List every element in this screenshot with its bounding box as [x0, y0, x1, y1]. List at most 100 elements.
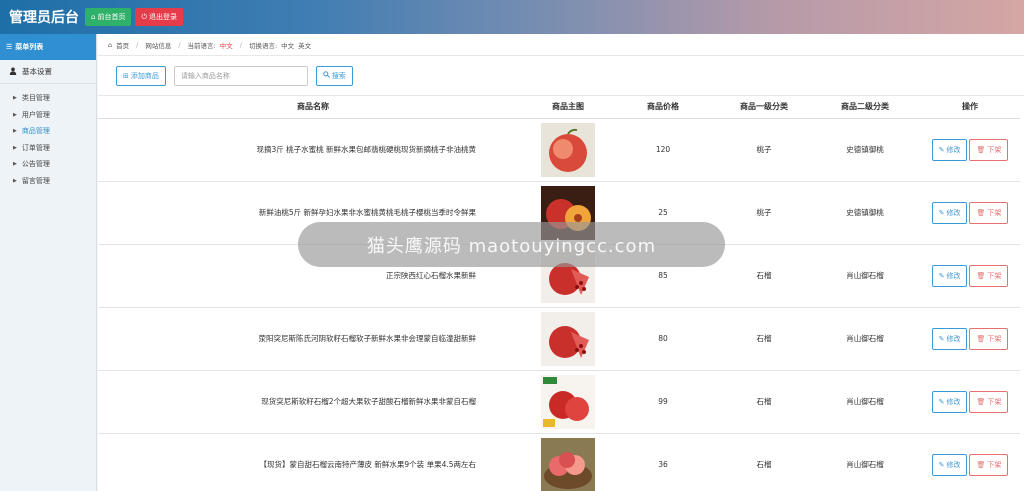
power-icon: ⏻ [141, 12, 147, 21]
product-name: 现货突尼斯软籽石榴2个超大果软子甜酸石榴新鲜水果非蒙自石榴 [98, 370, 528, 434]
sidebar-group-basic-settings[interactable]: 基本设置 [0, 60, 96, 84]
delist-button[interactable]: 🗑 下架 [969, 201, 1009, 224]
row-actions: ✎ 修改 🗑 下架 [920, 307, 1020, 371]
product-cat1: 桃子 [718, 181, 810, 245]
product-price: 36 [608, 433, 718, 491]
sidebar-item-users[interactable]: ▶ 用户管理 [0, 107, 96, 124]
product-cat2: 肖山御石榴 [810, 433, 920, 491]
product-cat1: 石榴 [718, 370, 810, 434]
caret-right-icon: ▶ [13, 128, 17, 135]
caret-right-icon: ▶ [13, 95, 17, 102]
product-table: 商品名称 商品主图 商品价格 商品一级分类 商品二级分类 操作 现摘3斤 桃子水… [98, 96, 1020, 491]
row-actions: ✎ 修改 🗑 下架 [920, 244, 1020, 308]
breadcrumb: ⌂ 首页 / 网站信息 / 当前语言: 中文 / 切换语言: 中文 英文 [98, 34, 1024, 56]
edit-icon: ✎ [938, 460, 945, 469]
logout-button[interactable]: ⏻ 退出登录 [135, 8, 183, 26]
trash-icon: 🗑 [976, 334, 986, 343]
product-cat1: 石榴 [718, 433, 810, 491]
product-cat1: 石榴 [718, 307, 810, 371]
product-price: 80 [608, 307, 718, 371]
delist-button[interactable]: 🗑 下架 [969, 453, 1009, 476]
caret-right-icon: ▶ [13, 144, 17, 151]
sidebar-item-announcements[interactable]: ▶ 公告管理 [0, 156, 96, 173]
edit-button[interactable]: ✎ 修改 [931, 390, 968, 413]
toolbar: ⊞ 添加商品 请输入商品名称 搜索 [98, 56, 1024, 96]
table-row: 【现货】蒙自甜石榴云南特产薄皮 新鲜水果9个装 单果4.5两左右 36 石榴 肖山御石… [98, 433, 1020, 491]
user-icon [9, 67, 17, 77]
col-header-cat1: 商品一级分类 [718, 96, 810, 119]
breadcrumb-separator: / [178, 40, 181, 49]
delist-button[interactable]: 🗑 下架 [969, 264, 1009, 287]
edit-icon: ✎ [938, 271, 945, 280]
edit-button[interactable]: ✎ 修改 [931, 327, 968, 350]
delist-button[interactable]: 🗑 下架 [969, 390, 1009, 413]
col-header-actions: 操作 [920, 96, 1020, 119]
sidebar: ☰ 菜单列表 基本设置 ▶ 类目管理 ▶ 用户管理 ▶ 商品管理 ▶ 订单管理 ▶ 公告管… [0, 34, 97, 491]
product-image [528, 433, 608, 491]
table-row: 现货突尼斯软籽石榴2个超大果软子甜酸石榴新鲜水果非蒙自石榴 99 石榴 肖山御石榴 ✎ 修… [98, 370, 1020, 434]
col-header-image: 商品主图 [528, 96, 608, 119]
list-icon: ☰ [6, 43, 13, 51]
edit-button[interactable]: ✎ 修改 [931, 201, 968, 224]
sidebar-item-messages[interactable]: ▶ 留言管理 [0, 173, 96, 190]
caret-right-icon: ▶ [13, 161, 17, 168]
current-lang-label: 当前语言: [187, 41, 216, 50]
search-input[interactable]: 请输入商品名称 [173, 65, 308, 86]
row-actions: ✎ 修改 🗑 下架 [920, 118, 1020, 182]
product-cat2: 史德镇御桃 [810, 181, 920, 245]
sidebar-item-products[interactable]: ▶ 商品管理 [0, 123, 96, 140]
home-icon: ⌂ [108, 40, 113, 49]
top-header: 管理员后台 ⌂ 前台首页 ⏻ 退出登录 [0, 0, 1024, 34]
edit-button[interactable]: ✎ 修改 [931, 264, 968, 287]
sidebar-menu-title: ☰ 菜单列表 [0, 34, 96, 60]
lang-zh-link[interactable]: 中文 [281, 40, 294, 50]
add-product-button[interactable]: ⊞ 添加商品 [116, 65, 166, 86]
sidebar-item-orders[interactable]: ▶ 订单管理 [0, 140, 96, 157]
product-price: 120 [608, 118, 718, 182]
plus-square-icon: ⊞ [123, 71, 129, 80]
col-header-cat2: 商品二级分类 [810, 96, 920, 119]
breadcrumb-site[interactable]: 网站信息 [145, 40, 171, 50]
edit-icon: ✎ [938, 208, 945, 217]
trash-icon: 🗑 [976, 208, 986, 217]
sidebar-item-list: ▶ 类目管理 ▶ 用户管理 ▶ 商品管理 ▶ 订单管理 ▶ 公告管理 ▶ 留言管理 [0, 84, 96, 189]
delist-button[interactable]: 🗑 下架 [969, 327, 1009, 350]
product-cat2: 肖山御石榴 [810, 370, 920, 434]
current-lang-value: 中文 [219, 41, 233, 50]
row-actions: ✎ 修改 🗑 下架 [920, 181, 1020, 245]
caret-right-icon: ▶ [13, 177, 17, 184]
front-home-button[interactable]: ⌂ 前台首页 [85, 8, 132, 26]
edit-icon: ✎ [938, 397, 945, 406]
switch-lang-label: 切换语言: [248, 41, 278, 50]
sidebar-item-category[interactable]: ▶ 类目管理 [0, 90, 96, 107]
search-icon [323, 71, 330, 80]
col-header-price: 商品价格 [608, 96, 718, 119]
caret-right-icon: ▶ [13, 111, 17, 118]
edit-icon: ✎ [938, 145, 945, 154]
table-row: 现摘3斤 桃子水蜜桃 新鲜水果包邮翡桃硬桃现货新摘桃子非油桃黄 120 桃子 史德镇御… [98, 118, 1020, 182]
product-name: 荥阳突尼斯陈氏河阴软籽石榴软子新鲜水果非会理蒙自临潼甜新鲜 [98, 307, 528, 371]
breadcrumb-home[interactable]: 首页 [116, 40, 129, 50]
trash-icon: 🗑 [976, 397, 986, 406]
edit-button[interactable]: ✎ 修改 [931, 453, 968, 476]
product-price: 99 [608, 370, 718, 434]
trash-icon: 🗑 [976, 145, 986, 154]
product-name: 【现货】蒙自甜石榴云南特产薄皮 新鲜水果9个装 单果4.5两左右 [98, 433, 528, 491]
breadcrumb-separator: / [136, 40, 139, 49]
product-cat2: 肖山御石榴 [810, 244, 920, 308]
lang-en-link[interactable]: 英文 [298, 40, 311, 50]
product-cat1: 桃子 [718, 118, 810, 182]
delist-button[interactable]: 🗑 下架 [969, 138, 1009, 161]
trash-icon: 🗑 [976, 271, 986, 280]
product-cat2: 史德镇御桃 [810, 118, 920, 182]
search-button[interactable]: 搜索 [315, 65, 353, 86]
product-name: 现摘3斤 桃子水蜜桃 新鲜水果包邮翡桃硬桃现货新摘桃子非油桃黄 [98, 118, 528, 182]
product-image [528, 118, 608, 182]
app-title: 管理员后台 [9, 10, 79, 26]
breadcrumb-separator: / [239, 40, 242, 49]
product-cat2: 肖山御石榴 [810, 307, 920, 371]
product-image [528, 370, 608, 434]
table-row: 荥阳突尼斯陈氏河阴软籽石榴软子新鲜水果非会理蒙自临潼甜新鲜 80 石榴 肖山御石榴 ✎ 修… [98, 307, 1020, 371]
product-image [528, 307, 608, 371]
edit-button[interactable]: ✎ 修改 [931, 138, 968, 161]
